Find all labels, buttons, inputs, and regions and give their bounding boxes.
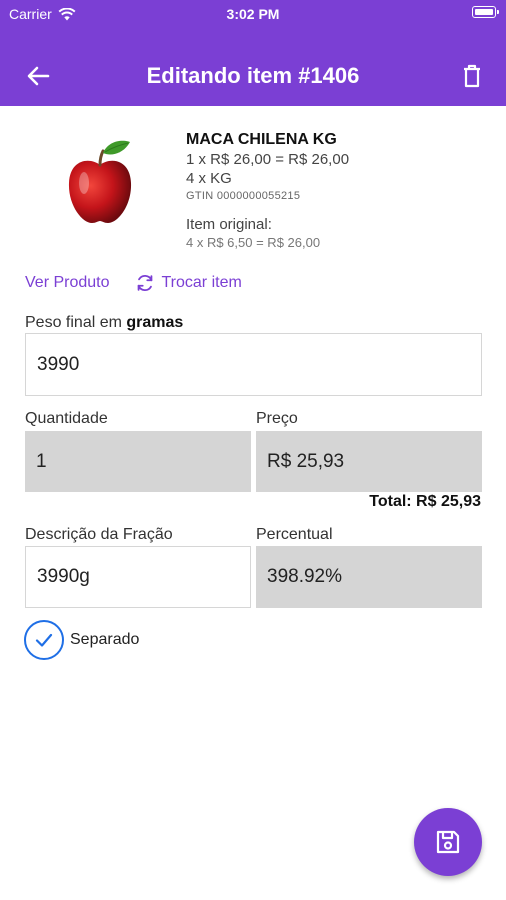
swap-item-link[interactable]: Trocar item (134, 272, 242, 294)
save-button[interactable] (414, 808, 482, 876)
price-label: Preço (256, 410, 298, 427)
product-qty-line: 4 x KG (186, 170, 232, 187)
price-field: R$ 25,93 (256, 431, 482, 492)
toolbar: Editando item #1406 (0, 48, 506, 104)
product-price-line: 1 x R$ 26,00 = R$ 26,00 (186, 151, 350, 168)
battery-icon (472, 6, 499, 18)
status-time: 3:02 PM (226, 6, 280, 22)
original-item-line: 4 x R$ 6,50 = R$ 26,00 (186, 235, 321, 250)
original-item-label: Item original: (186, 216, 272, 233)
swap-item-label: Trocar item (161, 274, 242, 291)
fraction-value: 3990g (37, 566, 90, 587)
product-actions: Ver Produto Trocar item (25, 272, 242, 294)
price-value: R$ 25,93 (267, 450, 345, 472)
swap-icon (137, 274, 152, 292)
apple-image (68, 140, 132, 223)
fraction-label: Descrição da Fração (25, 526, 173, 543)
total-label: Total: R$ 25,93 (369, 493, 481, 510)
percent-label: Percentual (256, 526, 333, 543)
weight-label-unit: gramas (126, 314, 184, 331)
weight-value: 3990 (37, 353, 80, 375)
quantity-label: Quantidade (25, 410, 108, 427)
weight-label-prefix: Peso final em (25, 314, 127, 331)
app-bar: Carrier 3:02 PM Editando item #1406 (0, 0, 506, 106)
weight-input[interactable]: 3990 (25, 333, 482, 396)
view-product-label: Ver Produto (25, 274, 110, 291)
page-title: Editando item #1406 (146, 63, 360, 88)
save-icon (436, 830, 460, 854)
separated-checkbox[interactable] (24, 620, 64, 660)
fraction-input[interactable]: 3990g (25, 546, 251, 608)
separated-label: Separado (70, 631, 140, 648)
product-info: MACA CHILENA KG 1 x R$ 26,00 = R$ 26,00 … (186, 131, 349, 250)
weight-label: Peso final em gramas (25, 314, 183, 332)
product-gtin: GTIN 0000000055215 (186, 190, 301, 202)
quantity-field: 1 (25, 431, 251, 492)
quantity-value: 1 (36, 450, 47, 472)
percent-value: 398.92% (267, 566, 343, 587)
percent-field: 398.92% (256, 546, 482, 608)
view-product-link[interactable]: Ver Produto (25, 274, 110, 292)
product-name: MACA CHILENA KG (186, 131, 337, 148)
check-icon (35, 633, 53, 647)
trash-icon[interactable] (456, 60, 488, 92)
status-bar: Carrier 3:02 PM (0, 0, 506, 28)
product-summary: MACA CHILENA KG 1 x R$ 26,00 = R$ 26,00 … (0, 125, 506, 265)
